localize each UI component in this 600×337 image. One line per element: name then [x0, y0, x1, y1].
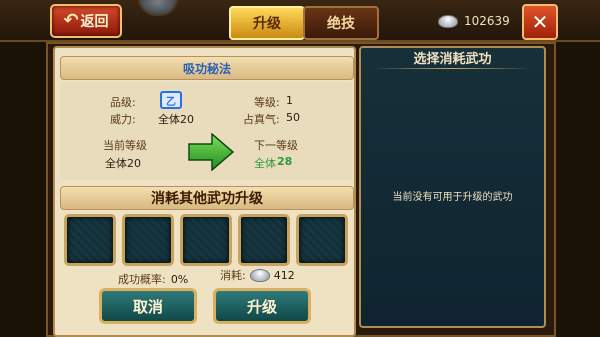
consume-slot-2[interactable]	[122, 214, 174, 266]
close-button[interactable]: ✕	[522, 4, 558, 40]
upgrade-button-label: 升级	[246, 297, 277, 316]
consume-slot-1[interactable]	[64, 214, 116, 266]
consume-slot-4[interactable]	[238, 214, 290, 266]
power-label: 威力:	[110, 113, 136, 126]
skill-name: 吸功秘法	[182, 61, 231, 76]
quality-label: 品级:	[110, 96, 136, 109]
upgrade-cost: 消耗: 412	[220, 267, 295, 283]
success-rate-label: 成功概率:	[118, 273, 166, 286]
silver-currency: 102639	[438, 12, 510, 30]
consume-title: 消耗其他武功升级	[151, 191, 263, 207]
silver-ingot-icon	[438, 14, 458, 28]
consume-slot-5[interactable]	[296, 214, 348, 266]
power-value: 全体20	[158, 113, 194, 126]
tab-ultimate-skill[interactable]: 绝技	[303, 6, 379, 40]
back-arrow-icon: ↶	[63, 10, 79, 31]
back-button[interactable]: ↶ 返回	[50, 4, 122, 38]
quality-badge: 乙	[160, 91, 182, 109]
consume-select-title: 选择消耗武功	[413, 52, 492, 67]
current-level-value: 全体20	[105, 157, 141, 170]
success-rate-value: 0%	[170, 273, 189, 286]
next-level-value: 28	[277, 155, 293, 168]
upgrade-button[interactable]: 升级	[213, 288, 311, 324]
cost-label: 消耗:	[220, 269, 246, 282]
qi-value: 50	[286, 111, 300, 124]
level-label: 等级:	[254, 96, 280, 109]
close-icon: ✕	[531, 10, 549, 34]
skill-name-banner: 吸功秘法	[60, 56, 354, 80]
silver-amount: 102639	[464, 14, 510, 28]
silver-ingot-icon	[249, 268, 270, 282]
cancel-button[interactable]: 取消	[99, 288, 197, 324]
consume-select-panel	[359, 46, 546, 328]
qi-label: 占真气:	[243, 113, 280, 126]
back-button-label: 返回	[80, 14, 109, 30]
consume-title-banner: 消耗其他武功升级	[60, 186, 354, 210]
cost-value: 412	[273, 268, 295, 282]
title-divider	[371, 68, 534, 69]
cancel-button-label: 取消	[132, 297, 163, 316]
arrow-right-icon	[188, 133, 234, 171]
current-level-label: 当前等级	[103, 139, 147, 152]
success-rate: 成功概率: 0%	[118, 268, 188, 287]
tab-upgrade[interactable]: 升级	[229, 6, 305, 40]
level-value: 1	[286, 94, 293, 107]
next-level-prefix: 全体	[254, 157, 276, 170]
next-level-label: 下一等级	[254, 139, 298, 152]
consume-slot-3[interactable]	[180, 214, 232, 266]
empty-list-message: 当前没有可用于升级的武功	[392, 192, 513, 203]
